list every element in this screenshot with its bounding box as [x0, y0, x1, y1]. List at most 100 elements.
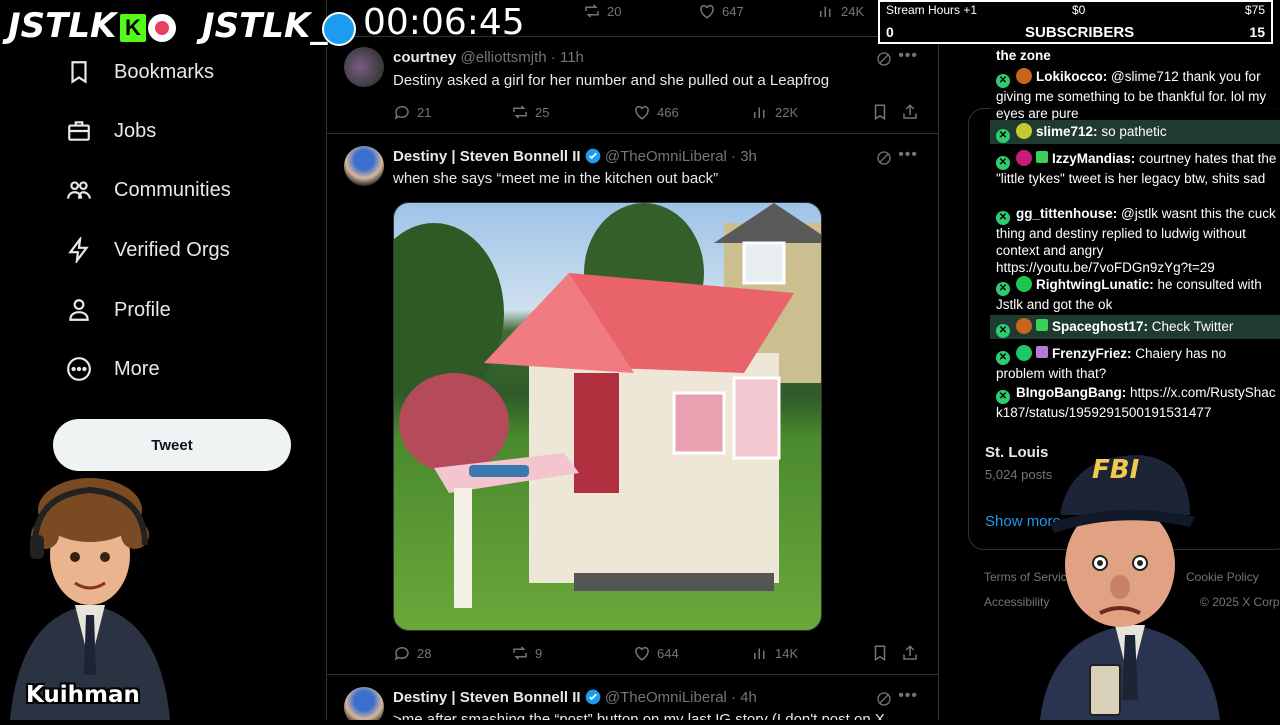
author-handle[interactable]: @TheOmniLiberal	[605, 148, 727, 165]
chat-username[interactable]: FrenzyFriez:	[1052, 346, 1132, 361]
grok-icon[interactable]	[876, 691, 892, 707]
chat-username[interactable]: Lokikocco:	[1036, 69, 1107, 84]
views-button[interactable]: 22K	[751, 103, 798, 121]
nav-item-more[interactable]: More	[66, 349, 160, 389]
retweet-icon	[513, 105, 527, 119]
logo-text: JSTLK	[8, 6, 117, 46]
nav-item-communities[interactable]: Communities	[66, 170, 231, 210]
lightning-icon	[68, 237, 89, 263]
verified-badge-icon	[585, 148, 601, 164]
more-options-icon[interactable]: •••	[898, 47, 918, 65]
avatar[interactable]	[344, 687, 384, 720]
nav-item-jobs[interactable]: Jobs	[66, 111, 156, 151]
chat-emote-icon	[1016, 123, 1032, 139]
tweet-destiny-2[interactable]: Destiny | Steven Bonnell II @TheOmniLibe…	[327, 675, 938, 720]
reply-button[interactable]: 28	[393, 644, 431, 662]
left-cam-name: Kuihman	[26, 682, 140, 708]
chat-text: so pathetic	[1101, 124, 1167, 139]
author-handle[interactable]: @elliottsmjth	[461, 49, 547, 66]
fbi-cap-text: FBI	[1092, 455, 1140, 485]
subscribers-count: 15	[1249, 24, 1265, 40]
chat-emote-icon	[1016, 345, 1032, 361]
channel-logo-kick: JSTLK	[8, 6, 116, 46]
like-count: 466	[657, 104, 679, 120]
fbi-cartoon-illustration	[1040, 455, 1220, 720]
chat-username[interactable]: IzzyMandias:	[1052, 151, 1135, 166]
gift-icon	[1036, 346, 1048, 358]
chat-badge-icon: ✕	[996, 156, 1010, 170]
author-handle[interactable]: @TheOmniLiberal	[605, 689, 727, 706]
chat-message: ✕ IzzyMandias: courtney hates that the "l…	[996, 150, 1278, 187]
chat-badge-icon: ✕	[996, 390, 1010, 404]
tweet-courtney[interactable]: courtney @elliottsmjth · 11h ••• Destiny…	[327, 37, 938, 134]
chat-badge-icon: ✕	[996, 324, 1010, 338]
gift-icon	[1036, 151, 1048, 163]
more-options-icon[interactable]: •••	[898, 687, 918, 705]
more-options-icon[interactable]: •••	[898, 146, 918, 164]
chat-badge-icon: ✕	[996, 351, 1010, 365]
bookmark-icon	[874, 645, 886, 662]
chat-username[interactable]: Spaceghost17:	[1052, 319, 1148, 334]
record-icon	[146, 12, 178, 44]
chat-username[interactable]: RightwingLunatic:	[1036, 277, 1154, 292]
nav-label: Verified Orgs	[114, 238, 230, 261]
kick-icon: K	[118, 12, 148, 44]
nav-item-bookmarks[interactable]: Bookmarks	[66, 52, 214, 92]
retweet-button[interactable]: 25	[511, 103, 549, 121]
retweet-button[interactable]: 9	[511, 644, 542, 662]
like-button[interactable]: 647	[698, 2, 744, 20]
more-circle-icon	[67, 357, 91, 381]
avatar[interactable]	[344, 146, 384, 186]
tweet-text: >me after smashing the “post” button on …	[393, 711, 885, 720]
bookmark-button[interactable]	[871, 103, 889, 121]
chat-username[interactable]: slime712:	[1036, 124, 1098, 139]
avatar[interactable]	[344, 47, 384, 87]
author-name[interactable]: Destiny | Steven Bonnell II	[393, 689, 581, 706]
nav-item-verified-orgs[interactable]: Verified Orgs	[66, 230, 230, 270]
bookmark-icon	[874, 104, 886, 121]
timeline[interactable]: 20 647 24K courtney @elliottsmjth · 11h …	[326, 0, 939, 720]
chat-username[interactable]: BIngoBangBang:	[1016, 385, 1126, 400]
chat-partial-line: the zone	[996, 48, 1051, 63]
nav-label: More	[114, 357, 160, 380]
like-button[interactable]: 466	[633, 103, 679, 121]
tweet-time[interactable]: · 11h	[551, 49, 584, 66]
grok-icon[interactable]	[876, 150, 892, 166]
like-button[interactable]: 644	[633, 644, 679, 662]
nav-label: Communities	[114, 178, 231, 201]
tweet-time[interactable]: · 4h	[731, 689, 757, 706]
retweet-button[interactable]: 20	[583, 2, 621, 20]
views-button[interactable]: 24K	[817, 2, 864, 20]
tweet-media-image[interactable]	[393, 202, 822, 631]
subscribers-label: SUBSCRIBERS	[1025, 24, 1135, 41]
gift-icon	[1036, 319, 1048, 331]
grok-icon[interactable]	[876, 51, 892, 67]
logo-text: JSTLK_	[202, 6, 328, 46]
author-name[interactable]: Destiny | Steven Bonnell II	[393, 148, 581, 165]
chat-emote-icon	[1016, 276, 1032, 292]
author-name[interactable]: courtney	[393, 49, 456, 66]
share-button[interactable]	[901, 103, 919, 121]
tweet-actions: 21 25 466 22K	[393, 103, 923, 127]
reply-count: 28	[417, 645, 432, 661]
heart-icon	[635, 646, 649, 661]
tweet-header: courtney @elliottsmjth · 11h	[393, 49, 584, 66]
nav-label: Profile	[114, 298, 171, 321]
chat-message: ✕ gg_tittenhouse: @jstlk wasnt this the c…	[996, 205, 1278, 276]
chat-username[interactable]: gg_tittenhouse:	[1016, 206, 1117, 221]
retweet-count: 25	[535, 104, 550, 120]
tweet-time[interactable]: · 3h	[731, 148, 757, 165]
twitter-bird-icon	[322, 12, 356, 46]
views-button[interactable]: 14K	[751, 644, 798, 662]
heart-icon	[700, 4, 714, 19]
chat-badge-icon: ✕	[996, 129, 1010, 143]
share-button[interactable]	[901, 644, 919, 662]
tweet-destiny-1[interactable]: Destiny | Steven Bonnell II @TheOmniLibe…	[327, 134, 938, 675]
bookmark-button[interactable]	[871, 644, 889, 662]
chat-message: ✕ Spaceghost17: Check Twitter	[996, 318, 1278, 338]
reply-button[interactable]: 21	[393, 103, 431, 121]
tweet-button[interactable]: Tweet	[53, 419, 291, 471]
chat-badge-icon: ✕	[996, 74, 1010, 88]
views-count: 24K	[841, 3, 865, 19]
nav-item-profile[interactable]: Profile	[66, 290, 171, 330]
